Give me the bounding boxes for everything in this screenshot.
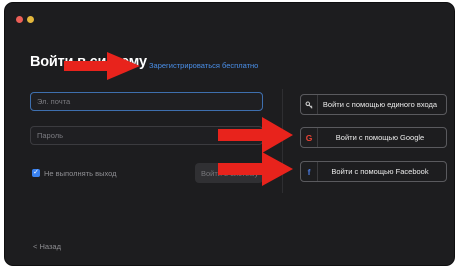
google-signin-button[interactable]: G Войти с помощью Google [300, 127, 447, 148]
keep-signed-in-label: Не выполнять выход [44, 169, 117, 178]
signup-link[interactable]: Зарегистрироваться бесплатно [149, 61, 258, 70]
email-field[interactable]: Эл. почта [30, 92, 263, 111]
divider [282, 89, 283, 193]
back-label: Назад [39, 242, 61, 251]
key-icon [301, 95, 318, 114]
sso-signin-label: Войти с помощью единого входа [322, 100, 438, 109]
facebook-signin-button[interactable]: f Войти с помощью Facebook [300, 161, 447, 182]
facebook-signin-label: Войти с помощью Facebook [331, 167, 429, 176]
minimize-window-button[interactable] [27, 16, 34, 23]
password-field[interactable]: Пароль [30, 126, 263, 145]
keep-signed-in-checkbox[interactable]: ✓ [32, 169, 40, 177]
chevron-left-icon: < [33, 242, 38, 251]
page-title: Войти в систему [30, 54, 147, 70]
signin-button[interactable]: Войти в систему [195, 163, 263, 183]
sso-signin-button[interactable]: Войти с помощью единого входа [300, 94, 447, 115]
close-window-button[interactable] [16, 16, 23, 23]
back-link[interactable]: < Назад [33, 242, 61, 251]
google-signin-label: Войти с помощью Google [335, 133, 425, 142]
facebook-icon: f [301, 162, 318, 181]
zoom-signin-window: Войти в систему Зарегистрироваться беспл… [4, 2, 455, 266]
google-icon: G [301, 128, 318, 147]
